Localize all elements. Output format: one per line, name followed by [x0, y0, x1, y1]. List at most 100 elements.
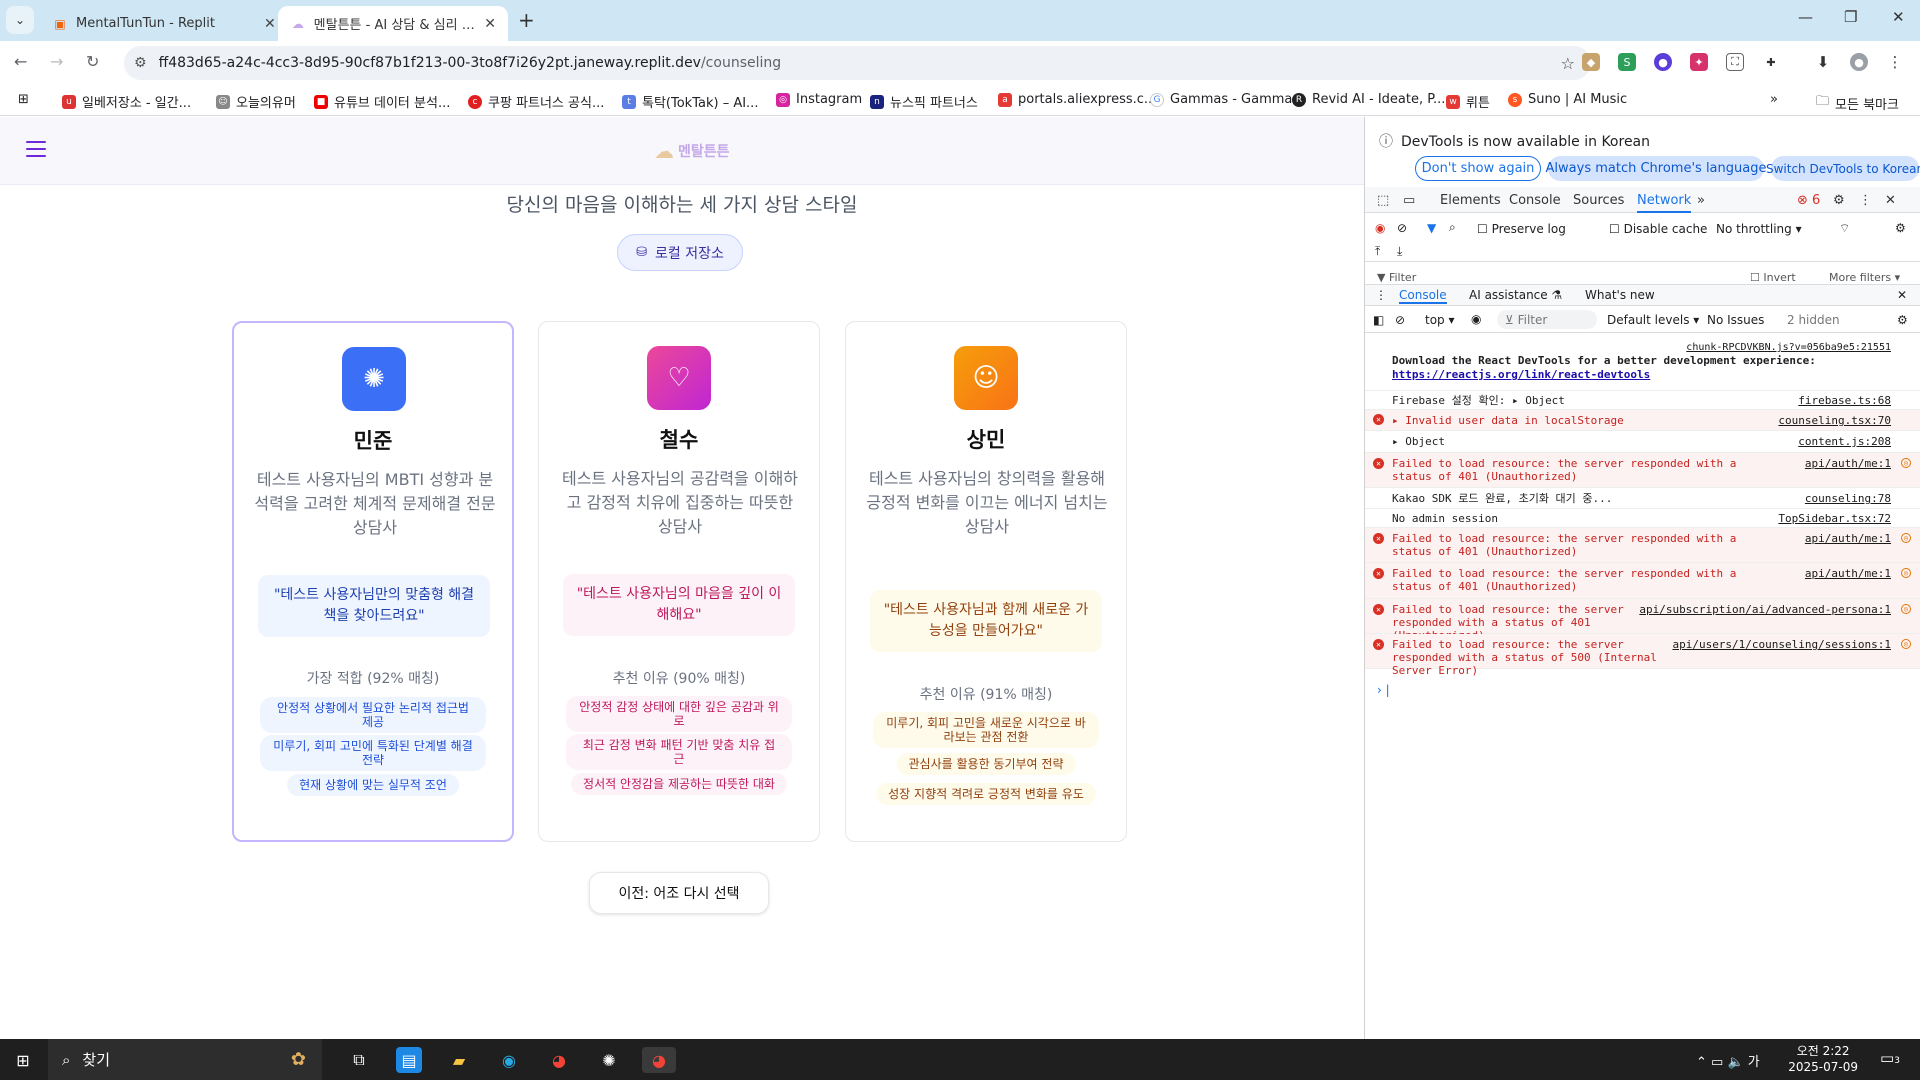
bookmark-item[interactable]: ■ 유튜브 데이터 분석...	[314, 92, 450, 111]
clear-icon[interactable]: ⊘	[1397, 221, 1407, 235]
log-source-link[interactable]: chunk-RPCDVKBN.js?v=056ba9e5:21551	[1686, 341, 1891, 354]
match-language-button[interactable]: Always match Chrome's language	[1546, 156, 1766, 181]
log-source-link[interactable]: api/auth/me:1	[1805, 457, 1891, 470]
forward-arrow-icon[interactable]: →	[50, 52, 63, 71]
issues-counter[interactable]: No Issues	[1707, 313, 1764, 327]
settings-gear-icon[interactable]: ⚙	[1833, 193, 1845, 208]
close-drawer-icon[interactable]: ✕	[1897, 288, 1907, 302]
console-filter-input[interactable]: ⊻ Filter	[1497, 310, 1597, 329]
back-arrow-icon[interactable]: ←	[14, 52, 27, 71]
bookmark-item[interactable]: w 뤼튼	[1446, 92, 1490, 111]
context-select[interactable]: top ▾	[1425, 313, 1455, 327]
drawer-tab-whats-new[interactable]: What's new	[1585, 288, 1655, 302]
network-request-icon[interactable]: ◎	[1901, 639, 1911, 649]
more-bookmarks-icon[interactable]: »	[1770, 92, 1778, 107]
dont-show-again-button[interactable]: Don't show again	[1415, 156, 1541, 181]
filter-icon[interactable]: ▼	[1427, 221, 1436, 235]
more-tabs-icon[interactable]: »	[1697, 193, 1705, 208]
log-source-link[interactable]: counseling.tsx:70	[1778, 414, 1891, 427]
network-request-icon[interactable]: ◎	[1901, 604, 1911, 614]
inspect-icon[interactable]: ⬚	[1377, 193, 1389, 208]
browser-tab-replit[interactable]: ▣ MentalTunTun - Replit ✕	[40, 6, 288, 41]
throttling-select[interactable]: No throttling ▾	[1716, 222, 1802, 236]
log-source-link[interactable]: api/auth/me:1	[1805, 532, 1891, 545]
log-source-link[interactable]: TopSidebar.tsx:72	[1778, 512, 1891, 525]
clear-console-icon[interactable]: ⊘	[1395, 313, 1405, 327]
puzzle-icon[interactable]: ✚	[1762, 53, 1780, 71]
upload-icon[interactable]: ⤒	[1375, 244, 1380, 259]
extension-icon[interactable]: S	[1618, 53, 1636, 71]
counselor-card-sangmin[interactable]: ☺ 상민 테스트 사용자님의 창의력을 활용해 긍정적 변화를 이끄는 에너지 …	[845, 321, 1127, 842]
bookmark-item[interactable]: t 톡탁(TokTak) – AI...	[622, 92, 758, 111]
profile-avatar[interactable]: ●	[1850, 53, 1868, 71]
tab-search-button[interactable]: ⌄	[6, 6, 34, 34]
minimize-button[interactable]: —	[1798, 8, 1813, 26]
extension-icon[interactable]: ●	[1654, 53, 1672, 71]
download-har-icon[interactable]: ⤓	[1397, 244, 1402, 259]
browser-tab-mentaltuntun[interactable]: ☁ 멘탈튼튼 - AI 상담 & 심리 분석 ✕	[278, 6, 508, 41]
log-source-link[interactable]: api/auth/me:1	[1805, 567, 1891, 580]
kebab-menu-icon[interactable]: ⋮	[1886, 53, 1904, 71]
react-devtools-link[interactable]: https://reactjs.org/link/react-devtools	[1392, 368, 1650, 381]
system-tray-icons[interactable]: ⌃ ▭ 🔈 가	[1696, 1051, 1760, 1070]
restore-button[interactable]: ❐	[1844, 8, 1857, 26]
wifi-icon[interactable]: ⌔	[1839, 221, 1850, 236]
log-source-link[interactable]: api/subscription/ai/advanced-persona:1	[1639, 603, 1891, 616]
network-request-icon[interactable]: ◎	[1901, 458, 1911, 468]
bookmark-item[interactable]: ☺ 오늘의유머	[216, 92, 296, 111]
counselor-card-cheolsu[interactable]: ♡ 철수 테스트 사용자님의 공감력을 이해하고 감정적 치유에 집중하는 따뜻…	[538, 321, 820, 842]
search-icon[interactable]: ⌕	[1449, 220, 1456, 235]
console-settings-icon[interactable]: ⚙	[1897, 313, 1908, 327]
kebab-menu-icon[interactable]: ⋮	[1859, 193, 1872, 208]
preserve-log-checkbox[interactable]: ☐ Preserve log	[1477, 222, 1566, 236]
tab-network[interactable]: Network	[1637, 193, 1692, 213]
close-tab-icon[interactable]: ✕	[484, 16, 496, 32]
close-tab-icon[interactable]: ✕	[264, 16, 276, 32]
tab-console[interactable]: Console	[1509, 193, 1561, 208]
reload-icon[interactable]: ↻	[86, 52, 99, 71]
bookmark-item[interactable]: a portals.aliexpress.c...	[998, 92, 1156, 107]
bookmark-item[interactable]: s Suno | AI Music	[1508, 92, 1627, 107]
drawer-menu-icon[interactable]: ⋮	[1375, 288, 1387, 302]
network-request-icon[interactable]: ◎	[1901, 533, 1911, 543]
new-tab-button[interactable]: +	[518, 8, 535, 32]
bookmark-star-icon[interactable]: ☆	[1561, 54, 1575, 73]
drawer-tab-ai-assistance[interactable]: AI assistance ⚗	[1469, 288, 1562, 302]
bookmark-item[interactable]: ◎ Instagram	[776, 92, 862, 107]
log-source-link[interactable]: firebase.ts:68	[1798, 394, 1891, 407]
log-source-link[interactable]: counseling:78	[1805, 492, 1891, 505]
bookmark-item[interactable]: n 뉴스픽 파트너스	[870, 92, 978, 111]
bookmark-item[interactable]: G Gammas - Gamma	[1150, 92, 1292, 107]
filter-input[interactable]: ▼ Filter	[1377, 271, 1416, 283]
notification-icon[interactable]: ▭3	[1880, 1049, 1900, 1067]
bookmark-item[interactable]: R Revid AI - Ideate, P...	[1292, 92, 1445, 107]
bookmark-item[interactable]: u 일베저장소 - 일간...	[62, 92, 191, 111]
windows-start-icon[interactable]: ⊞	[10, 1047, 36, 1073]
taskbar-clock[interactable]: 오전 2:22 2025-07-09	[1788, 1043, 1858, 1075]
file-explorer-icon[interactable]: ▰	[446, 1047, 472, 1073]
hamburger-menu-icon[interactable]	[26, 141, 46, 157]
network-request-icon[interactable]: ◎	[1901, 568, 1911, 578]
close-devtools-icon[interactable]: ✕	[1885, 193, 1896, 208]
log-source-link[interactable]: content.js:208	[1798, 435, 1891, 448]
bookmark-item[interactable]: c 쿠팡 파트너스 공식...	[468, 92, 604, 111]
screenshot-extension-icon[interactable]: ⛶	[1726, 53, 1744, 71]
local-storage-button[interactable]: ⛁ 로컬 저장소	[617, 234, 743, 271]
chrome-icon[interactable]: ◕	[546, 1047, 572, 1073]
extension-icon[interactable]: ✦	[1690, 53, 1708, 71]
extension-icon[interactable]: ◆	[1582, 53, 1600, 71]
network-settings-icon[interactable]: ⚙	[1895, 221, 1906, 235]
store-icon[interactable]: ▤	[396, 1047, 422, 1073]
all-bookmarks-folder[interactable]: 🗀 모든 북마크	[1816, 92, 1899, 114]
app-logo[interactable]: ☁ 멘탈튼튼	[654, 139, 730, 163]
taskbar-search[interactable]: ⌕ 찾기 ✿	[48, 1039, 322, 1080]
device-toggle-icon[interactable]: ▭	[1403, 193, 1415, 208]
log-source-link[interactable]: api/users/1/counseling/sessions:1	[1672, 638, 1891, 651]
chrome-active-icon[interactable]: ◕	[642, 1047, 676, 1073]
back-to-tone-button[interactable]: 이전: 어조 다시 선택	[589, 872, 769, 914]
tab-elements[interactable]: Elements	[1440, 193, 1501, 208]
eye-icon[interactable]: ◉	[1471, 312, 1481, 326]
apps-grid-icon[interactable]: ⊞	[18, 92, 29, 107]
address-bar[interactable]: ⚙ ff483d65-a24c-4cc3-8d95-90cf87b1f213-0…	[124, 46, 1591, 80]
chatgpt-icon[interactable]: ✺	[596, 1047, 622, 1073]
